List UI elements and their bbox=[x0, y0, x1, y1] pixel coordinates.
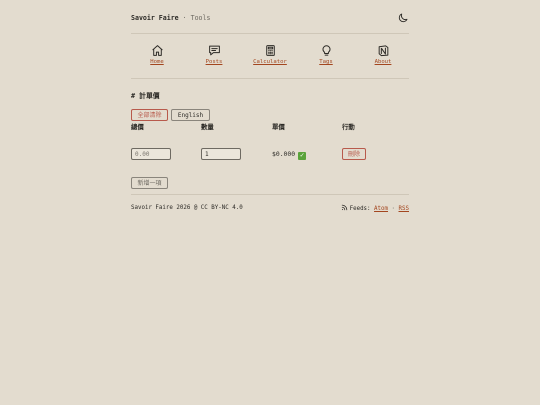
nav-divider bbox=[131, 78, 409, 79]
notion-icon bbox=[378, 45, 388, 57]
site-header: Savoir Faire · Tools bbox=[131, 12, 409, 26]
language-toggle-button[interactable]: English bbox=[171, 109, 210, 121]
column-header-unit-price: 單價 bbox=[272, 123, 285, 131]
nav-label-posts: Posts bbox=[205, 59, 223, 65]
page-title: # 計單價 bbox=[131, 92, 160, 100]
nav-item-about[interactable]: About bbox=[363, 44, 403, 66]
unit-price-value: $0.000 bbox=[272, 150, 296, 158]
nav-label-home: Home bbox=[150, 59, 164, 65]
rss-feed-link[interactable]: RSS bbox=[399, 206, 409, 212]
unit-price-cell: $0.000 ✓ bbox=[272, 150, 307, 160]
rss-icon bbox=[341, 204, 347, 211]
feeds-label: Feeds: bbox=[349, 206, 371, 212]
total-price-input[interactable] bbox=[131, 148, 171, 160]
quantity-input[interactable] bbox=[201, 148, 241, 160]
footer-divider bbox=[131, 194, 409, 195]
header-divider bbox=[131, 33, 409, 34]
delete-row-button[interactable]: 刪除 bbox=[342, 148, 366, 160]
section-name: Tools bbox=[190, 14, 211, 22]
home-icon bbox=[151, 45, 163, 56]
nav-item-home[interactable]: Home bbox=[137, 44, 177, 66]
main-nav: Home Posts Calculator Tags About bbox=[131, 44, 409, 70]
brand-separator: · bbox=[182, 14, 187, 22]
nav-item-posts[interactable]: Posts bbox=[194, 44, 234, 66]
nav-item-tags[interactable]: Tags bbox=[306, 44, 346, 66]
column-header-action: 行動 bbox=[342, 123, 355, 131]
lightbulb-icon bbox=[321, 45, 331, 56]
moon-icon[interactable] bbox=[397, 12, 409, 24]
brand[interactable]: Savoir Faire · Tools bbox=[131, 14, 210, 23]
copyright-text: Savoir Faire 2026 @ CC BY-NC 4.0 bbox=[131, 205, 243, 211]
nav-item-calculator[interactable]: Calculator bbox=[250, 44, 290, 66]
column-header-quantity: 數量 bbox=[201, 123, 214, 131]
column-header-total: 總價 bbox=[131, 123, 144, 131]
site-name: Savoir Faire bbox=[131, 14, 179, 22]
add-item-button[interactable]: 新增一項 bbox=[131, 177, 168, 189]
nav-label-tags: Tags bbox=[319, 59, 333, 65]
feeds: Feeds: Atom · RSS bbox=[341, 204, 409, 214]
site-footer: Savoir Faire 2026 @ CC BY-NC 4.0 Feeds: … bbox=[131, 204, 409, 214]
atom-feed-link[interactable]: Atom bbox=[374, 206, 388, 212]
feeds-separator: · bbox=[391, 206, 396, 212]
check-icon: ✓ bbox=[298, 152, 307, 160]
clear-all-button[interactable]: 全部清除 bbox=[131, 109, 168, 121]
nav-label-calculator: Calculator bbox=[253, 59, 287, 65]
chat-icon bbox=[208, 45, 220, 56]
calculator-icon bbox=[265, 45, 275, 56]
nav-label-about: About bbox=[374, 59, 392, 65]
